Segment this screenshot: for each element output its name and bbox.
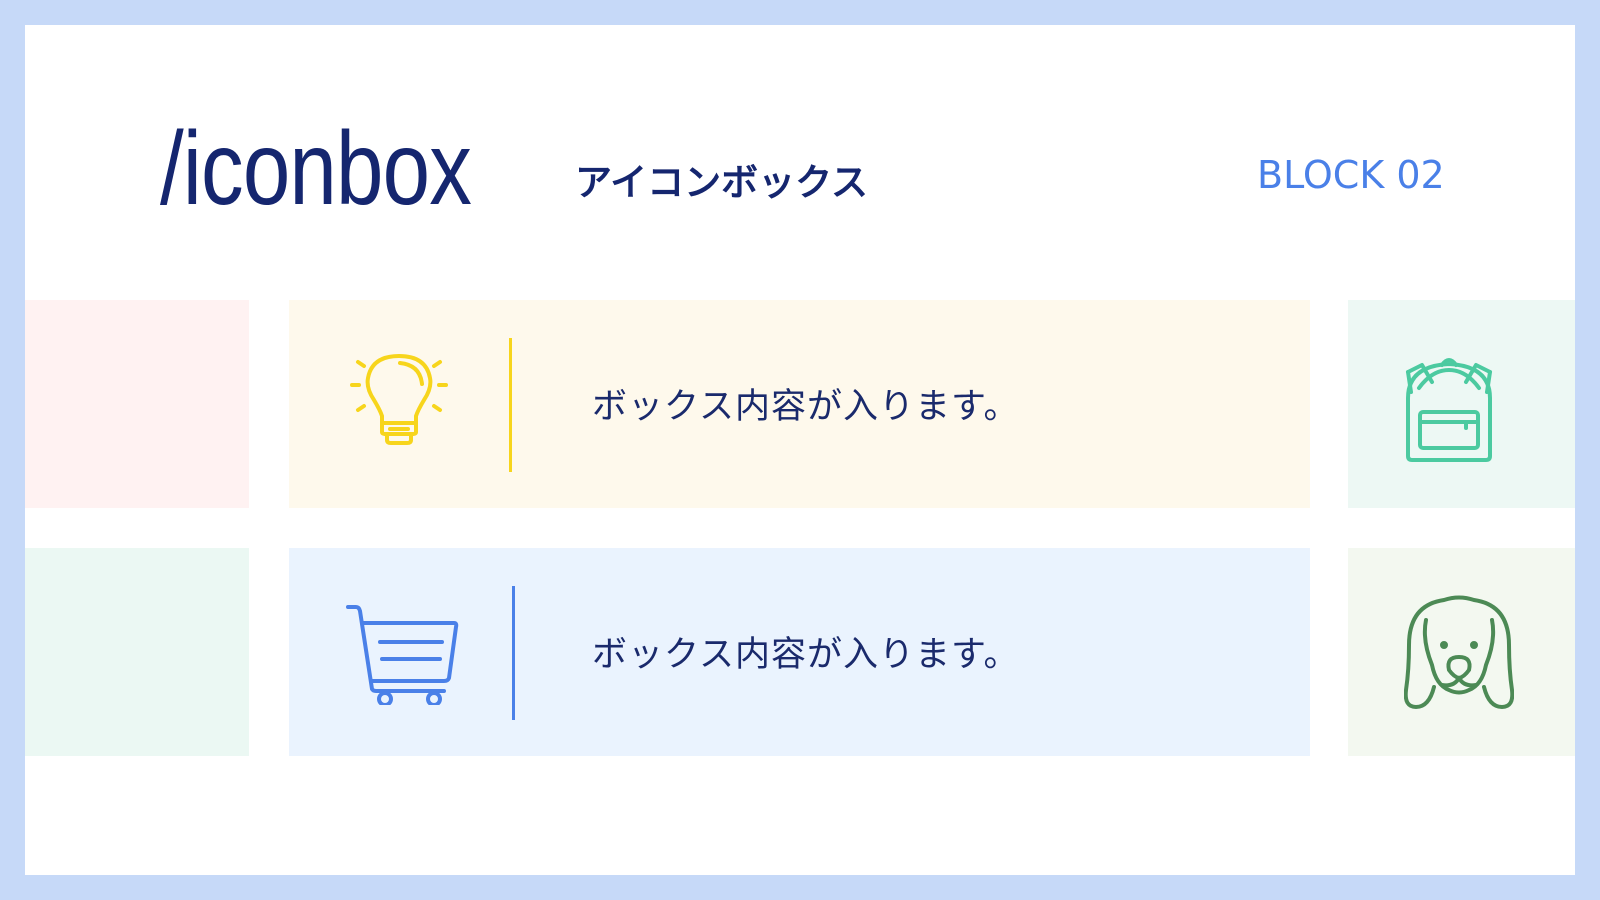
shopping-cart-icon <box>346 605 459 705</box>
card-text: ボックス内容が入ります。 <box>592 635 1020 675</box>
page-title: /iconbox <box>160 111 472 227</box>
partial-iconbox-card <box>1348 300 1575 508</box>
slide-frame: /iconbox アイコンボックス BLOCK 02 ボックス内容が入ります。 … <box>25 25 1575 875</box>
card-divider <box>512 586 515 720</box>
page-subtitle: アイコンボックス <box>575 161 869 204</box>
iconbox-card: ボックス内容が入ります。 <box>289 548 1310 756</box>
block-label: BLOCK 02 <box>1257 153 1445 197</box>
partial-iconbox-card <box>1348 548 1575 756</box>
card-divider <box>509 338 512 472</box>
partial-card-pink <box>25 300 249 508</box>
partial-card-mint <box>25 548 249 756</box>
backpack-icon <box>1406 358 1492 462</box>
dog-icon <box>1404 595 1514 709</box>
lightbulb-icon <box>350 354 448 445</box>
iconbox-card: ボックス内容が入ります。 <box>289 300 1310 508</box>
card-text: ボックス内容が入ります。 <box>592 387 1020 427</box>
